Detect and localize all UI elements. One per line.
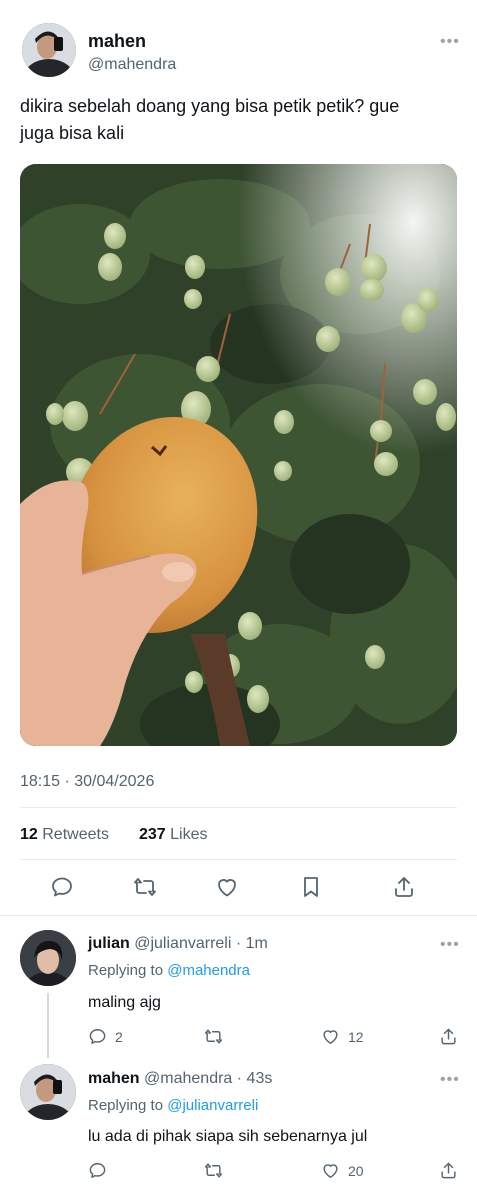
- reply-header: mahen @mahendra · 43s: [88, 1070, 272, 1088]
- reply-icon: [52, 877, 72, 897]
- thread-line: [47, 993, 49, 1058]
- reply-meta[interactable]: @mahendra · 43s: [144, 1070, 272, 1087]
- reply-text: maling ajg: [88, 994, 161, 1011]
- divider: [20, 807, 457, 808]
- share-button[interactable]: [439, 1027, 458, 1046]
- more-options-icon[interactable]: •••: [440, 33, 460, 51]
- author-avatar[interactable]: [22, 23, 76, 77]
- likes-count: 237: [139, 826, 166, 843]
- bookmark-button[interactable]: [296, 872, 326, 902]
- reply-name[interactable]: julian: [88, 935, 130, 952]
- retweets-count: 12: [20, 826, 38, 843]
- reply-header: julian @julianvarreli · 1m: [88, 935, 268, 953]
- like-icon: [218, 879, 236, 897]
- retweets-stat[interactable]: 12 Retweets: [20, 826, 109, 844]
- like-button[interactable]: 20: [321, 1161, 364, 1180]
- divider: [0, 915, 477, 916]
- tweet-photo[interactable]: [20, 164, 457, 746]
- more-options-icon[interactable]: •••: [440, 1071, 460, 1089]
- tweet-text-line1: dikira sebelah doang yang bisa petik pet…: [20, 96, 400, 116]
- reply-avatar[interactable]: [20, 930, 76, 986]
- replying-mention[interactable]: @julianvarreli: [167, 1097, 258, 1114]
- like-button[interactable]: 12: [321, 1027, 364, 1046]
- retweet-button[interactable]: [204, 1161, 223, 1180]
- share-icon: [395, 877, 413, 897]
- reply-avatar[interactable]: [20, 1064, 76, 1120]
- retweet-icon: [204, 1029, 223, 1044]
- share-icon: [441, 1162, 456, 1179]
- share-button[interactable]: [389, 872, 419, 902]
- reply-name[interactable]: mahen: [88, 1070, 140, 1087]
- bookmark-icon: [304, 877, 318, 897]
- reply-button[interactable]: [88, 1161, 107, 1180]
- likes-label: Likes: [170, 826, 208, 843]
- retweet-icon: [134, 878, 156, 896]
- replying-to: Replying to @julianvarreli: [88, 1097, 258, 1114]
- retweets-label: Retweets: [42, 826, 109, 843]
- retweet-button[interactable]: [204, 1027, 223, 1046]
- retweet-button[interactable]: [130, 872, 160, 902]
- retweet-icon: [204, 1163, 223, 1178]
- like-count: 12: [348, 1028, 364, 1045]
- divider: [20, 859, 457, 860]
- author-name[interactable]: mahen: [88, 31, 146, 52]
- replying-prefix: Replying to: [88, 1097, 164, 1114]
- like-icon: [323, 1030, 338, 1044]
- reply-meta[interactable]: @julianvarreli · 1m: [134, 935, 268, 952]
- likes-stat[interactable]: 237 Likes: [139, 826, 208, 844]
- replying-prefix: Replying to: [88, 962, 164, 979]
- share-icon: [441, 1028, 456, 1045]
- like-icon: [323, 1164, 338, 1178]
- tweet-text-line2: juga bisa kali: [20, 123, 125, 143]
- reply-count: 2: [115, 1028, 123, 1045]
- reply-button[interactable]: [47, 872, 77, 902]
- author-handle[interactable]: @mahendra: [88, 56, 176, 74]
- share-button[interactable]: [439, 1161, 458, 1180]
- like-count: 20: [348, 1162, 364, 1179]
- replying-to: Replying to @mahendra: [88, 962, 250, 979]
- reply-icon: [89, 1029, 106, 1044]
- reply-icon: [89, 1163, 106, 1178]
- replying-mention[interactable]: @mahendra: [167, 962, 250, 979]
- tweet-timestamp[interactable]: 18:15 · 30/04/2026: [20, 773, 154, 791]
- reply-button[interactable]: 2: [88, 1027, 123, 1046]
- like-button[interactable]: [212, 872, 242, 902]
- more-options-icon[interactable]: •••: [440, 936, 460, 954]
- reply-text: lu ada di pihak siapa sih sebenarnya jul: [88, 1128, 368, 1145]
